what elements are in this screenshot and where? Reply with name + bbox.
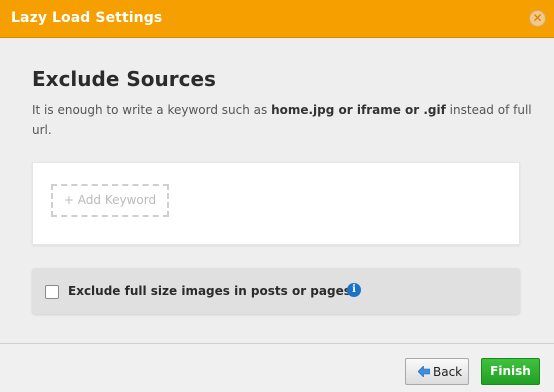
description-text: It is enough to write a keyword such as …	[32, 100, 532, 140]
dialog-title: Lazy Load Settings	[11, 10, 163, 26]
dialog-header: Lazy Load Settings ✕	[0, 0, 554, 38]
keyword-list-panel: + Add Keyword	[32, 162, 520, 245]
finish-button[interactable]: Finish	[481, 358, 540, 385]
arrow-left-icon	[418, 366, 430, 377]
dialog-footer: Back Finish	[0, 344, 554, 392]
back-button-label: Back	[433, 365, 463, 379]
exclude-full-size-checkbox[interactable]	[45, 285, 59, 299]
description-prefix: It is enough to write a keyword such as	[32, 103, 272, 117]
exclude-full-size-option: Exclude full size images in posts or pag…	[32, 268, 520, 314]
info-icon[interactable]: i	[347, 283, 361, 297]
exclude-full-size-label[interactable]: Exclude full size images in posts or pag…	[68, 284, 351, 298]
description-examples: home.jpg or iframe or .gif	[271, 103, 446, 117]
back-button[interactable]: Back	[405, 358, 469, 385]
close-icon[interactable]: ✕	[529, 10, 546, 27]
add-keyword-button[interactable]: + Add Keyword	[51, 184, 169, 217]
section-title: Exclude Sources	[32, 67, 216, 91]
